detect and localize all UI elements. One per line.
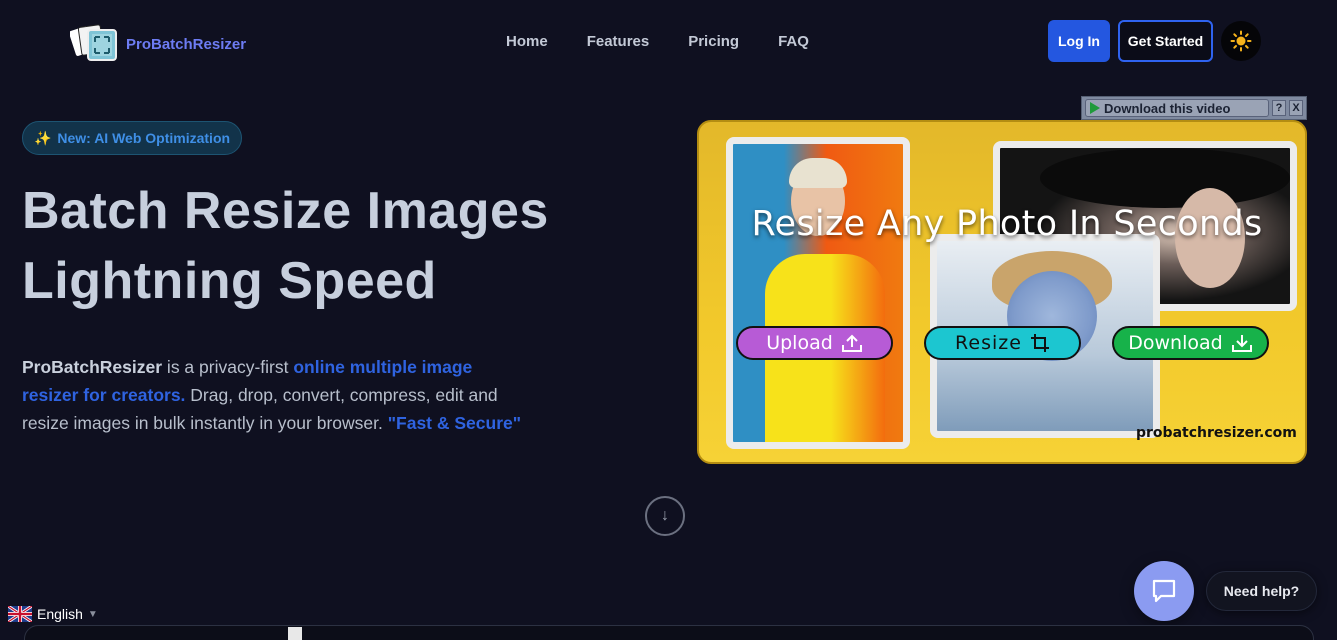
language-label: English (37, 606, 83, 622)
download-label: Download (1128, 332, 1223, 354)
arrow-down-icon: ↓ (661, 507, 669, 524)
chat-bubble-icon (1152, 579, 1176, 603)
need-help-pill[interactable]: Need help? (1206, 571, 1317, 611)
brand-name: ProBatchResizer (126, 35, 247, 53)
promo-title: Resize Any Photo In Seconds (751, 204, 1263, 244)
scroll-down-button[interactable]: ↓ (645, 496, 685, 536)
bottom-panel (24, 625, 1314, 640)
sparkles-icon: ✨ (33, 129, 52, 146)
desc-text-1: is a privacy-first (162, 357, 294, 377)
nav-features[interactable]: Features (587, 33, 650, 50)
uk-flag-icon (8, 606, 32, 622)
crop-icon (1030, 334, 1049, 352)
download-icon (1231, 335, 1252, 352)
nav-pricing[interactable]: Pricing (688, 33, 739, 50)
desc-quote: "Fast & Secure" (387, 413, 522, 433)
resize-label: Resize (955, 332, 1022, 354)
video-download-bar: Download this video ? X (1081, 96, 1307, 120)
hero-description: ProBatchResizer is a privacy-first onlin… (22, 353, 522, 437)
nav-faq[interactable]: FAQ (778, 33, 809, 50)
hat-shape (1040, 148, 1290, 208)
upload-pill: Upload (736, 326, 893, 360)
nav-home[interactable]: Home (506, 33, 548, 50)
resize-pill: Resize (924, 326, 1081, 360)
sun-icon (1230, 30, 1252, 52)
close-icon[interactable]: X (1289, 100, 1303, 116)
hero-title-line2: Lightning Speed (22, 252, 437, 310)
logo[interactable]: ProBatchResizer (68, 22, 247, 62)
promo-banner[interactable]: Resize Any Photo In Seconds Upload Resiz… (697, 120, 1307, 464)
hair-shape (789, 158, 847, 188)
badge-label: New: AI Web Optimization (57, 130, 231, 146)
upload-label: Upload (766, 332, 833, 354)
upload-icon (841, 334, 862, 352)
get-started-button[interactable]: Get Started (1118, 20, 1213, 62)
scroll-indicator (288, 627, 302, 640)
download-video-button[interactable]: Download this video (1085, 99, 1269, 117)
desc-brand: ProBatchResizer (22, 357, 163, 377)
theme-toggle-button[interactable] (1221, 21, 1261, 61)
language-selector[interactable]: English ▼ (8, 606, 98, 622)
logo-icon (68, 22, 118, 62)
hero-title: Batch Resize Images Lightning Speed (22, 176, 642, 316)
main-nav: Home Features Pricing FAQ (506, 33, 809, 50)
help-icon[interactable]: ? (1272, 100, 1286, 116)
hero-title-line1: Batch Resize Images (22, 182, 549, 240)
chat-button[interactable] (1134, 561, 1194, 621)
login-button[interactable]: Log In (1048, 20, 1110, 62)
download-video-label: Download this video (1104, 100, 1231, 116)
play-icon (1090, 102, 1100, 114)
promo-url: probatchresizer.com (1136, 425, 1297, 441)
new-feature-badge[interactable]: ✨ New: AI Web Optimization (22, 121, 242, 155)
photo-woman-suit (726, 137, 910, 449)
download-pill: Download (1112, 326, 1269, 360)
chevron-down-icon: ▼ (87, 608, 98, 620)
